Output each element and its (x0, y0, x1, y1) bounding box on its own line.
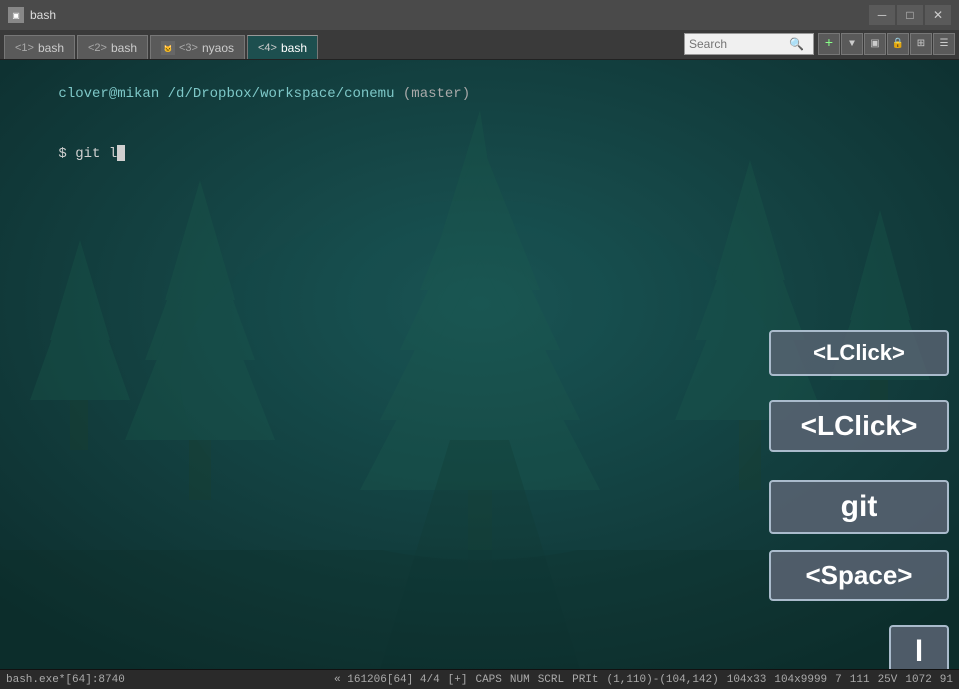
key-label-space: <Space> (769, 550, 949, 601)
key-label-lclick-1: <LClick> (769, 330, 949, 376)
cursor (117, 145, 125, 161)
title-bar: ▣ bash ─ □ ✕ (0, 0, 959, 30)
key-label-git: git (769, 480, 949, 534)
tab-bar: <1> bash <2> bash 🐱 <3> nyaos <4> bash 🔍… (0, 30, 959, 60)
tab-4-number: <4> (258, 42, 277, 54)
status-size: 104x33 (727, 674, 767, 686)
tab-3-number: <3> (179, 42, 198, 54)
title-text: bash (30, 8, 56, 22)
tab-2[interactable]: <2> bash (77, 35, 148, 59)
key-label-l: l (889, 625, 949, 669)
menu-icon[interactable]: ☰ (933, 33, 955, 55)
tab-2-label: bash (111, 41, 137, 55)
status-encoding: « 161206[64] 4/4 (334, 674, 440, 686)
status-col5: 91 (940, 674, 953, 686)
prompt-line: clover@mikan /d/Dropbox/workspace/conemu… (8, 64, 951, 124)
view2-icon[interactable]: ⊞ (910, 33, 932, 55)
svg-text:▣: ▣ (12, 12, 20, 21)
tab-3-label: nyaos (202, 41, 234, 55)
window-controls: ─ □ ✕ (869, 5, 951, 25)
status-pri: PRIt (572, 674, 598, 686)
tab-3[interactable]: 🐱 <3> nyaos (150, 35, 245, 59)
status-col3: 25V (878, 674, 898, 686)
minimize-button[interactable]: ─ (869, 5, 895, 25)
status-maxsize: 104x9999 (774, 674, 827, 686)
tab-1-label: bash (38, 41, 64, 55)
status-process: bash.exe*[64]:8740 (6, 674, 125, 686)
tab-4-label: bash (281, 41, 307, 55)
tab-2-number: <2> (88, 42, 107, 54)
prompt-branch: (master) (395, 86, 471, 102)
add-icon[interactable]: + (818, 33, 840, 55)
status-bar: bash.exe*[64]:8740 « 161206[64] 4/4 [+] … (0, 669, 959, 689)
svg-text:🐱: 🐱 (164, 44, 173, 53)
maximize-button[interactable]: □ (897, 5, 923, 25)
nyaos-icon: 🐱 (161, 41, 175, 55)
search-glass-icon: 🔍 (789, 37, 804, 52)
command-text: git l (75, 146, 117, 162)
prompt-user: clover@mikan (58, 86, 159, 102)
title-bar-left: ▣ bash (8, 7, 56, 23)
status-left: bash.exe*[64]:8740 (6, 674, 125, 686)
status-scrl: SCRL (538, 674, 564, 686)
search-box[interactable]: 🔍 (684, 33, 814, 55)
status-col1: 7 (835, 674, 842, 686)
status-position: (1,110)-(104,142) (607, 674, 719, 686)
search-input[interactable] (689, 37, 789, 51)
app-icon: ▣ (8, 7, 24, 23)
tab-1-number: <1> (15, 42, 34, 54)
dropdown-icon[interactable]: ▼ (841, 33, 863, 55)
status-col4: 1072 (905, 674, 931, 686)
status-insert: [+] (448, 674, 468, 686)
prompt-path: /d/Dropbox/workspace/conemu (159, 86, 394, 102)
status-num: NUM (510, 674, 530, 686)
terminal-area[interactable]: clover@mikan /d/Dropbox/workspace/conemu… (0, 60, 959, 669)
command-line[interactable]: $ git l (8, 124, 951, 184)
prompt-dollar: $ (58, 146, 75, 162)
status-col2: 111 (850, 674, 870, 686)
tab-bar-right: 🔍 + ▼ ▣ 🔒 ⊞ ☰ (684, 33, 955, 55)
status-caps: CAPS (475, 674, 501, 686)
tab-1[interactable]: <1> bash (4, 35, 75, 59)
close-button[interactable]: ✕ (925, 5, 951, 25)
view1-icon[interactable]: ▣ (864, 33, 886, 55)
status-right: « 161206[64] 4/4 [+] CAPS NUM SCRL PRIt … (334, 674, 953, 686)
key-label-lclick-2: <LClick> (769, 400, 949, 452)
toolbar-icons: + ▼ ▣ 🔒 ⊞ ☰ (818, 33, 955, 55)
tab-4[interactable]: <4> bash (247, 35, 318, 59)
lock-icon[interactable]: 🔒 (887, 33, 909, 55)
